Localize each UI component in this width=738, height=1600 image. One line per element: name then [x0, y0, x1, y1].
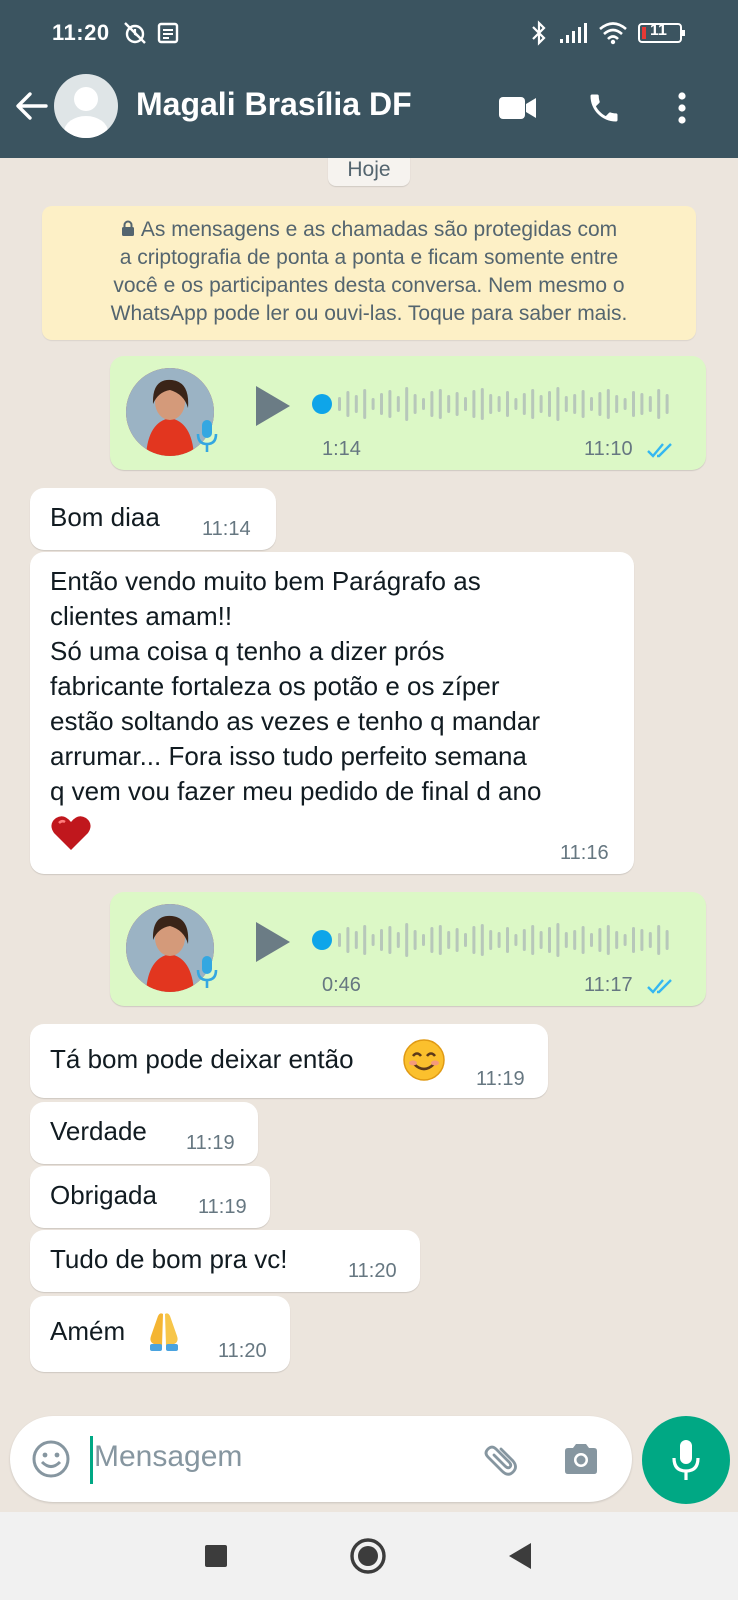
- message-text: estão soltando as vezes e tenho q mandar: [50, 706, 540, 736]
- microphone-icon: [672, 1440, 700, 1480]
- voice-message: 0:46 11:17: [110, 892, 706, 1006]
- voice-call-icon[interactable]: [584, 88, 624, 128]
- notification-icon: [156, 20, 180, 46]
- voice-record-button[interactable]: [642, 1416, 730, 1504]
- status-bar: 11:20 11: [0, 0, 738, 66]
- message-text: fabricante fortaleza os potão e os zíper: [50, 671, 500, 701]
- playback-slider-handle[interactable]: [312, 394, 332, 414]
- signal-icon: [558, 20, 588, 46]
- emoji-icon[interactable]: [30, 1438, 72, 1480]
- message-text: Tudo de bom pra vc!: [50, 1244, 288, 1274]
- video-call-icon[interactable]: [498, 88, 538, 128]
- wifi-icon: [598, 20, 628, 46]
- message-time: 11:20: [218, 1340, 267, 1362]
- camera-icon[interactable]: [560, 1438, 602, 1480]
- text-caret: [90, 1436, 93, 1484]
- read-receipt-icon: [647, 443, 672, 458]
- voice-message: 1:14 11:10: [110, 356, 706, 470]
- message-time: 11:17: [584, 974, 633, 996]
- alarm-off-icon: [122, 20, 148, 46]
- date-chip: Hoje: [328, 158, 410, 186]
- incoming-message: Amém 11:20: [30, 1296, 290, 1372]
- message-input[interactable]: Mensagem: [94, 1440, 242, 1474]
- chat-area[interactable]: Hoje As mensagens e as chamadas são prot…: [0, 158, 738, 1410]
- status-time: 11:20: [52, 20, 110, 45]
- message-text: Amém: [50, 1316, 126, 1346]
- voice-duration: 0:46: [322, 974, 361, 996]
- incoming-message: Então vendo muito bem Parágrafo as clien…: [30, 552, 634, 874]
- message-time: 11:10: [584, 438, 633, 460]
- back-arrow-icon[interactable]: [14, 88, 50, 124]
- encryption-notice[interactable]: As mensagens e as chamadas são protegida…: [42, 206, 696, 340]
- message-time: 11:16: [560, 842, 609, 864]
- chat-header: Magali Brasília DF: [0, 66, 738, 158]
- app-header: 11:20 11 Magali Brasília DF: [0, 0, 738, 158]
- recent-apps-button[interactable]: [192, 1532, 240, 1580]
- incoming-message: Tá bom pode deixar então 11:19: [30, 1024, 548, 1098]
- smiling-face-emoji: [403, 1039, 445, 1081]
- battery-level: 11: [650, 22, 667, 39]
- bluetooth-icon: [530, 20, 548, 46]
- waveform[interactable]: [334, 918, 674, 962]
- message-text: q vem vou fazer meu pedido de final d an…: [50, 776, 542, 806]
- incoming-message: Verdade 11:19: [30, 1102, 258, 1164]
- incoming-message: Tudo de bom pra vc! 11:20: [30, 1230, 420, 1292]
- voice-duration: 1:14: [322, 438, 361, 460]
- message-text: Bom diaa: [50, 502, 160, 532]
- attach-icon[interactable]: [480, 1438, 522, 1480]
- home-button[interactable]: [344, 1532, 392, 1580]
- playback-slider-handle[interactable]: [312, 930, 332, 950]
- incoming-message: Bom diaa 11:14: [30, 488, 276, 550]
- message-text: Só uma coisa q tenho a dizer prós: [50, 636, 445, 666]
- play-button-icon[interactable]: [254, 384, 292, 428]
- message-text: Então vendo muito bem Parágrafo as: [50, 566, 481, 596]
- contact-name[interactable]: Magali Brasília DF: [136, 86, 412, 123]
- encryption-notice-line: As mensagens e as chamadas são protegida…: [42, 216, 696, 244]
- message-text: Tá bom pode deixar então: [50, 1044, 354, 1074]
- message-input-bar[interactable]: Mensagem: [10, 1416, 632, 1502]
- microphone-icon: [194, 418, 220, 454]
- read-receipt-icon: [647, 979, 672, 994]
- encryption-notice-line: você e os participantes desta conversa. …: [113, 274, 625, 297]
- incoming-message: Obrigada 11:19: [30, 1166, 270, 1228]
- red-heart-emoji: [51, 816, 91, 850]
- message-time: 11:19: [198, 1196, 247, 1218]
- back-button[interactable]: [496, 1532, 544, 1580]
- lock-icon: [121, 220, 134, 236]
- message-time: 11:14: [202, 518, 251, 540]
- message-time: 11:19: [186, 1132, 235, 1154]
- message-time: 11:20: [348, 1260, 397, 1282]
- system-navigation-bar: [0, 1512, 738, 1600]
- message-time: 11:19: [476, 1068, 525, 1090]
- message-text: Obrigada: [50, 1180, 157, 1210]
- message-text: Verdade: [50, 1116, 147, 1146]
- encryption-notice-line: a criptografia de ponta a ponta e ficam …: [119, 246, 619, 269]
- battery-icon: 11: [638, 20, 686, 46]
- microphone-icon: [194, 954, 220, 990]
- play-button-icon[interactable]: [254, 920, 292, 964]
- more-options-icon[interactable]: [662, 88, 702, 128]
- message-text: arrumar... Fora isso tudo perfeito seman…: [50, 741, 527, 771]
- waveform[interactable]: [334, 382, 674, 426]
- encryption-notice-line: WhatsApp pode ler ou ouvi-las. Toque par…: [110, 302, 628, 325]
- contact-avatar[interactable]: [54, 74, 118, 138]
- folded-hands-emoji: [150, 1313, 178, 1351]
- message-text: clientes amam!!: [50, 601, 233, 631]
